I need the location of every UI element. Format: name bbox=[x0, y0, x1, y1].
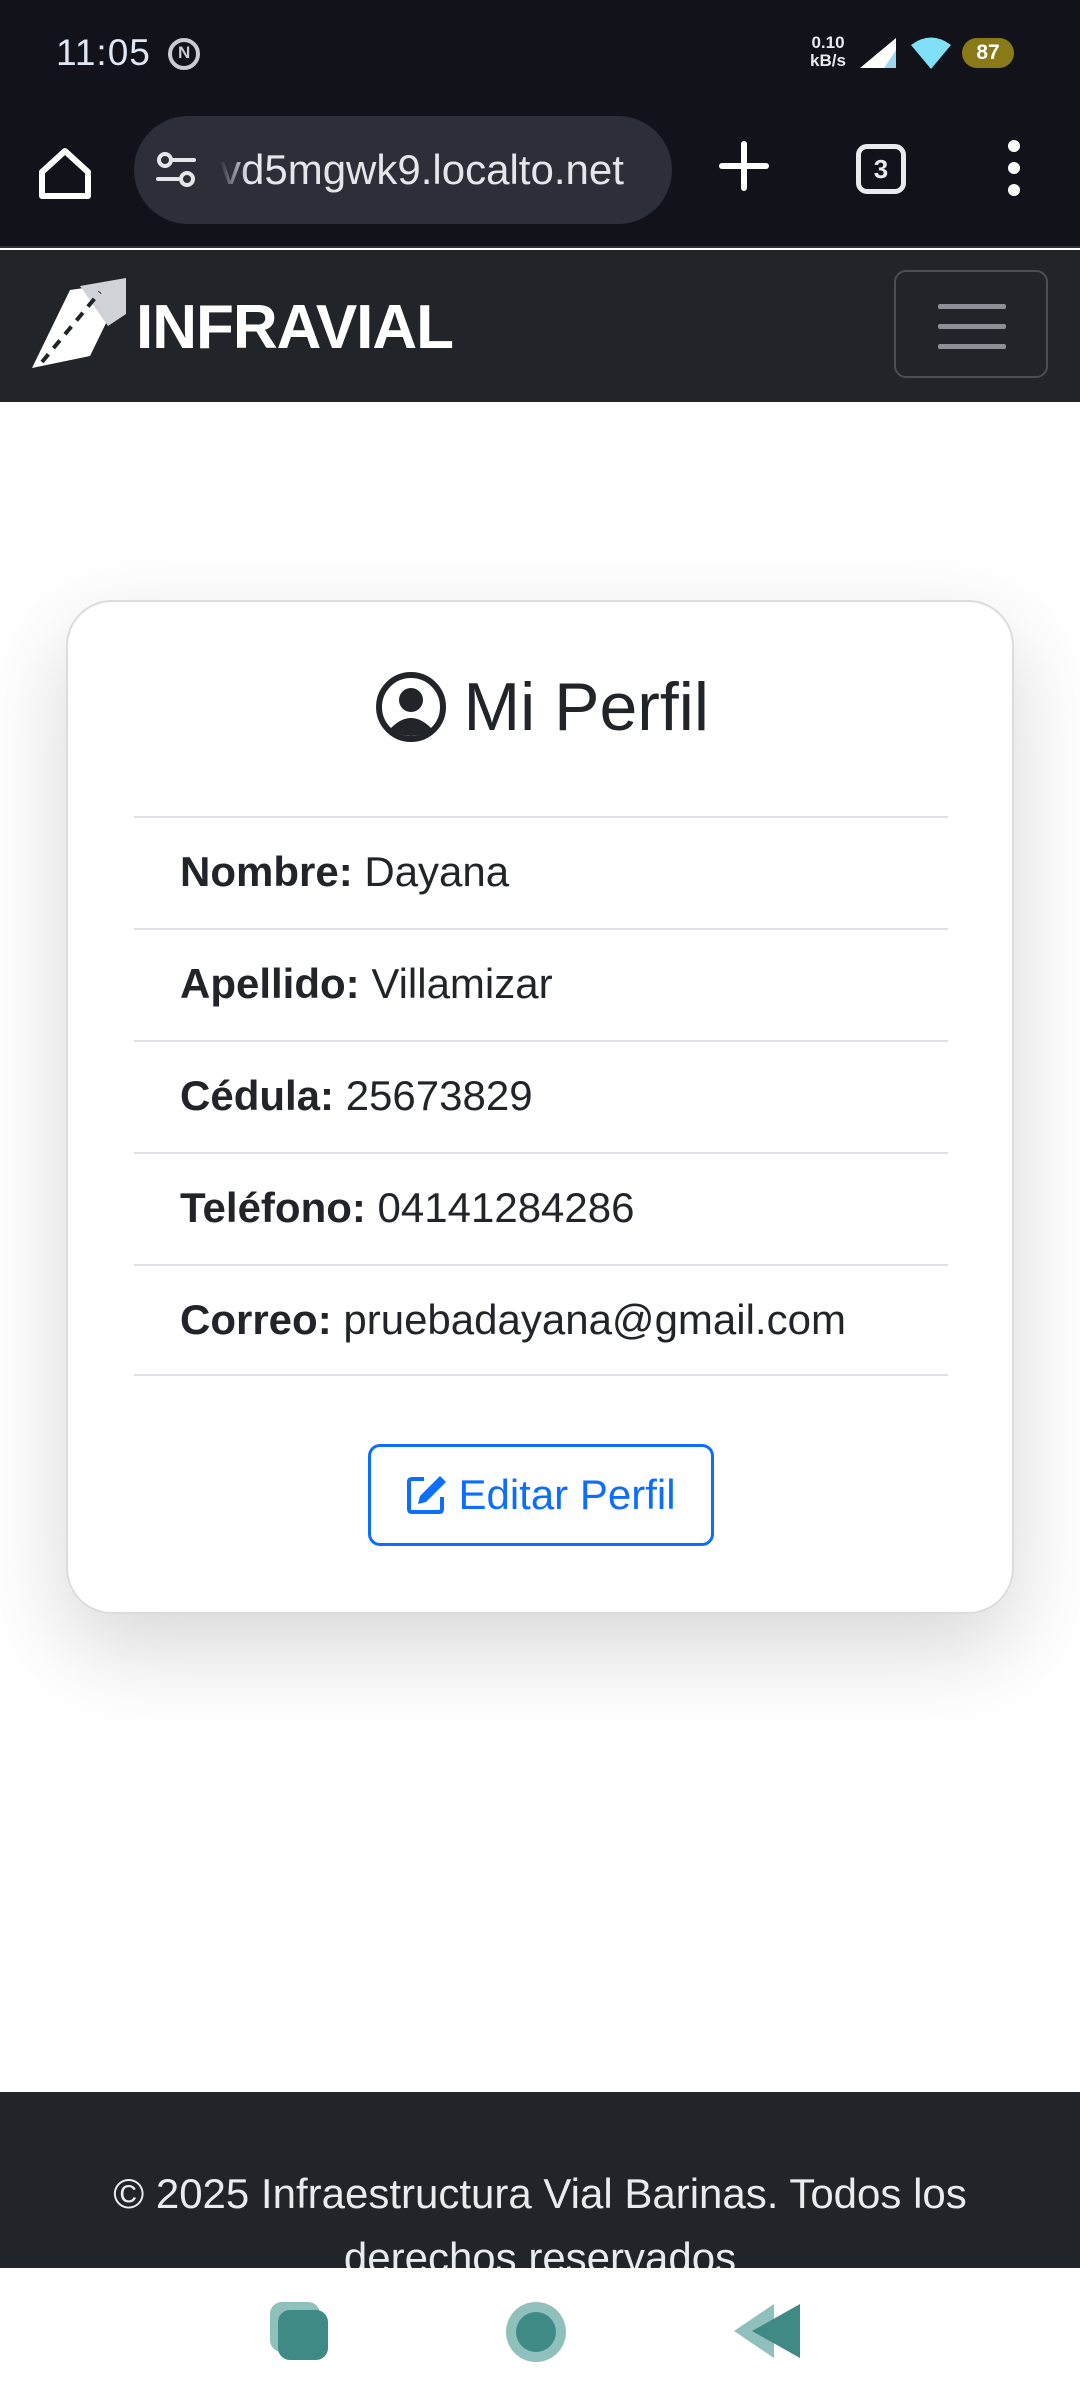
list-item-telefono: Teléfono: 04141284286 bbox=[134, 1152, 948, 1264]
home-icon[interactable] bbox=[34, 142, 96, 204]
footer-copyright: © 2025 Infraestructura Vial Barinas. Tod… bbox=[113, 2170, 967, 2268]
tab-switcher-button[interactable]: 3 bbox=[856, 144, 906, 194]
field-label: Correo: bbox=[180, 1296, 332, 1343]
list-item-cedula: Cédula: 25673829 bbox=[134, 1040, 948, 1152]
list-item-apellido: Apellido: Villamizar bbox=[134, 928, 948, 1040]
hamburger-line bbox=[938, 344, 1006, 349]
edit-icon bbox=[407, 1475, 447, 1514]
road-logo-icon[interactable] bbox=[30, 274, 136, 374]
hamburger-line bbox=[938, 304, 1006, 309]
list-item-nombre: Nombre: Dayana bbox=[134, 816, 948, 928]
notification-icon bbox=[168, 38, 200, 70]
network-speed-value: 0.10 bbox=[811, 33, 845, 52]
field-value: 04141284286 bbox=[377, 1184, 635, 1231]
recents-icon[interactable] bbox=[268, 2300, 332, 2364]
field-label: Cédula: bbox=[180, 1072, 335, 1119]
field-value: pruebadayana@gmail.com bbox=[343, 1296, 846, 1343]
field-label: Teléfono: bbox=[180, 1184, 366, 1231]
plus-icon[interactable] bbox=[716, 138, 772, 194]
field-value: Dayana bbox=[364, 848, 510, 895]
edit-profile-label: Editar Perfil bbox=[458, 1471, 676, 1518]
list-item-correo: Correo: pruebadayana@gmail.com bbox=[134, 1264, 948, 1376]
site-navbar: INFRAVIAL bbox=[0, 250, 1080, 402]
status-time: 11:05 bbox=[56, 32, 151, 73]
system-nav-bar bbox=[0, 2268, 1080, 2400]
network-speed-unit: kB/s bbox=[810, 51, 846, 70]
url-text[interactable]: vd5mgwk9.localto.net bbox=[220, 116, 650, 224]
battery-icon: 87 bbox=[962, 38, 1014, 68]
address-bar[interactable]: vd5mgwk9.localto.net bbox=[134, 116, 672, 224]
home-circle-icon[interactable] bbox=[504, 2300, 568, 2364]
back-icon[interactable] bbox=[732, 2302, 802, 2360]
page-title: Mi Perfil bbox=[463, 669, 710, 745]
field-label: Apellido: bbox=[180, 960, 360, 1007]
hamburger-line bbox=[938, 324, 1006, 329]
profile-card: Mi Perfil Nombre: Dayana Apellido: Villa… bbox=[66, 600, 1014, 1614]
url-fade bbox=[220, 116, 248, 224]
more-vert-icon[interactable] bbox=[990, 136, 1038, 200]
field-value: Villamizar bbox=[371, 960, 553, 1007]
signal-icon bbox=[860, 38, 896, 68]
profile-info-list: Nombre: Dayana Apellido: Villamizar Cédu… bbox=[134, 816, 948, 1376]
status-bar: 11:05 0.10 kB/s 87 bbox=[0, 0, 1080, 108]
wifi-icon bbox=[911, 37, 951, 69]
navbar-toggler-button[interactable] bbox=[894, 270, 1048, 378]
user-circle-icon bbox=[375, 672, 446, 742]
field-label: Nombre: bbox=[180, 848, 353, 895]
site-footer: © 2025 Infraestructura Vial Barinas. Tod… bbox=[0, 2092, 1080, 2268]
browser-toolbar: vd5mgwk9.localto.net 3 bbox=[0, 108, 1080, 248]
edit-profile-button[interactable]: Editar Perfil bbox=[368, 1444, 714, 1546]
card-heading: Mi Perfil bbox=[68, 668, 1016, 752]
field-value: 25673829 bbox=[345, 1072, 533, 1119]
brand-name[interactable]: INFRAVIAL bbox=[136, 292, 454, 363]
site-settings-icon[interactable] bbox=[154, 148, 198, 192]
network-speed: 0.10 kB/s bbox=[800, 34, 856, 70]
